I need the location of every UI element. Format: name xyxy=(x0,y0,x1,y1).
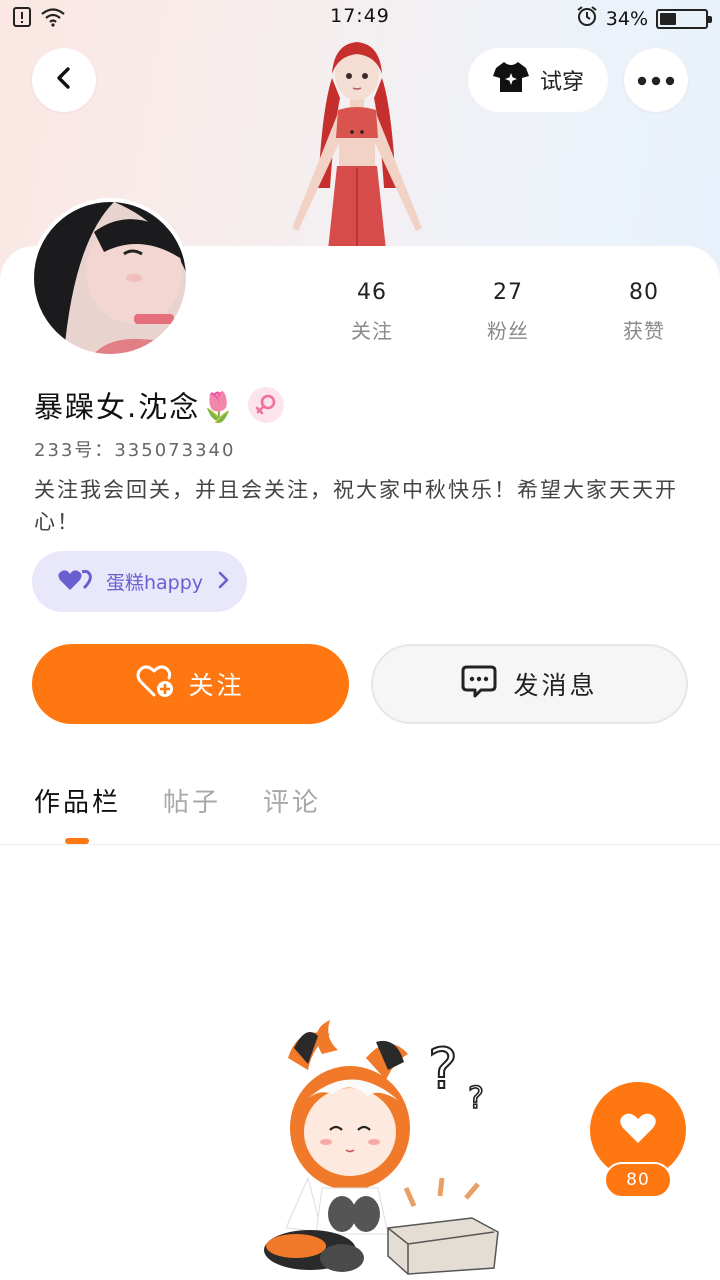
back-icon xyxy=(52,66,76,94)
alarm-icon xyxy=(576,5,598,32)
avatar-3d-figure[interactable] xyxy=(282,38,432,250)
avatar[interactable] xyxy=(30,198,190,358)
battery-icon xyxy=(656,8,712,29)
user-bio: 关注我会回关，并且会关注，祝大家中秋快乐！希望大家天天开心！ xyxy=(34,478,678,534)
more-icon xyxy=(636,71,676,90)
tab-comments[interactable]: 评论 xyxy=(263,782,321,819)
stat-likes-label: 获赞 xyxy=(623,319,665,343)
stat-following[interactable]: 46 关注 xyxy=(312,280,432,344)
double-heart-icon xyxy=(58,568,92,596)
stat-followers-count: 27 xyxy=(493,280,523,305)
battery-level xyxy=(660,12,677,25)
message-label: 发消息 xyxy=(513,671,598,700)
heart-add-icon xyxy=(136,664,174,704)
tshirt-icon xyxy=(492,60,530,100)
tab-posts[interactable]: 帖子 xyxy=(163,782,221,819)
battery-text: 34% xyxy=(605,7,648,30)
status-bar: 17:49 34% xyxy=(0,0,720,34)
back-button[interactable] xyxy=(32,48,96,112)
try-on-label: 试穿 xyxy=(539,70,584,95)
user-id: 233号：335073340 xyxy=(34,440,236,461)
profile-stats: 46 关注 27 粉丝 80 获赞 xyxy=(300,280,720,350)
chat-bubble-icon xyxy=(461,664,497,704)
stat-following-label: 关注 xyxy=(351,319,393,343)
stat-likes[interactable]: 80 获赞 xyxy=(584,280,704,344)
gender-female-icon xyxy=(248,387,285,423)
try-on-button[interactable]: 试穿 xyxy=(468,48,608,112)
guild-chip[interactable]: 蛋糕happy xyxy=(32,551,247,612)
username: 暴躁女.沈念🌷 xyxy=(34,390,239,424)
tabs-divider xyxy=(0,844,720,845)
heart-icon xyxy=(619,1111,657,1149)
guild-name: 蛋糕happy xyxy=(106,572,204,594)
stat-followers[interactable]: 27 粉丝 xyxy=(448,280,568,344)
more-button[interactable] xyxy=(624,48,688,112)
svg-text:?: ? xyxy=(428,1037,458,1102)
tab-works[interactable]: 作品栏 xyxy=(34,782,121,819)
profile-tabs: 作品栏 帖子 评论 xyxy=(34,782,321,819)
stat-following-count: 46 xyxy=(357,280,387,305)
empty-state-illustration: ? ? xyxy=(238,1018,508,1280)
follow-button[interactable]: 关注 xyxy=(32,644,349,724)
stat-followers-label: 粉丝 xyxy=(487,319,529,343)
follow-label: 关注 xyxy=(188,671,245,700)
message-button[interactable]: 发消息 xyxy=(371,644,688,724)
chevron-right-icon xyxy=(217,571,229,593)
svg-text:?: ? xyxy=(468,1081,484,1116)
like-count-badge: 80 xyxy=(604,1162,672,1198)
username-row: 暴躁女.沈念🌷 xyxy=(34,384,285,426)
stat-likes-count: 80 xyxy=(629,280,659,305)
